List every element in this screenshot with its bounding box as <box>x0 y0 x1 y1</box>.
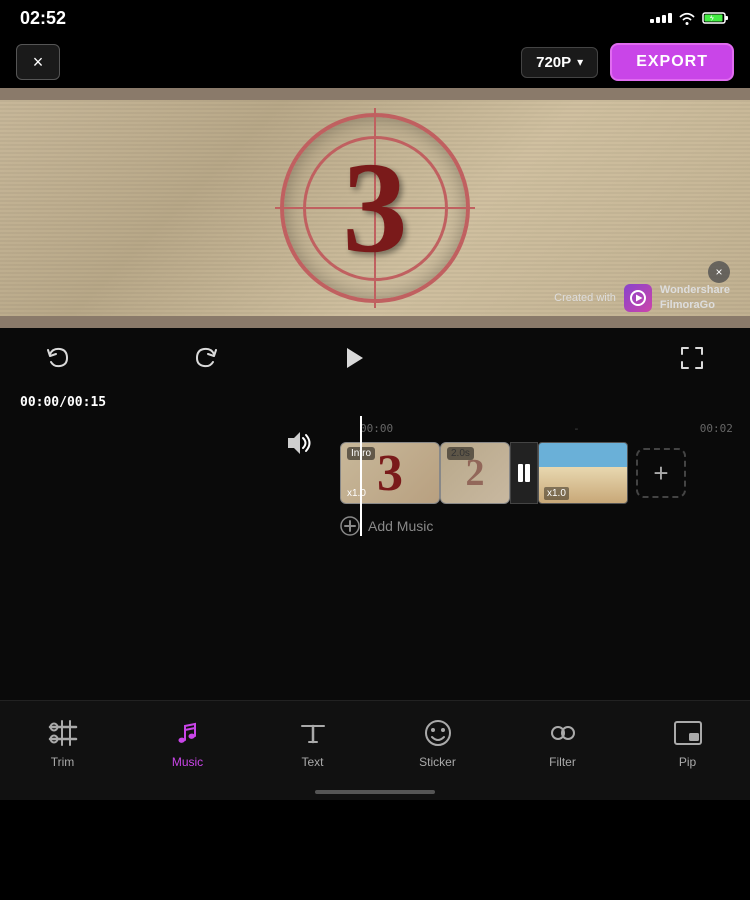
fullscreen-button[interactable] <box>674 340 710 376</box>
nav-item-filter[interactable]: Filter <box>500 717 625 769</box>
clip-2-label: 2.0s <box>447 447 474 460</box>
clip-transition[interactable] <box>510 442 538 504</box>
volume-icon[interactable] <box>280 428 316 463</box>
wifi-icon <box>678 11 696 25</box>
filter-icon <box>547 717 579 749</box>
add-clip-icon: + <box>653 458 668 489</box>
chevron-down-icon: ▾ <box>577 55 583 69</box>
trim-label: Trim <box>51 755 75 769</box>
trim-icon <box>47 717 79 749</box>
ruler-mark-0: 00:00 <box>360 422 393 435</box>
sticker-icon <box>422 717 454 749</box>
undo-button[interactable] <box>40 340 76 376</box>
watermark-brand: Wondershare FilmoraGo <box>660 283 730 312</box>
sticker-label: Sticker <box>419 755 456 769</box>
redo-button[interactable] <box>188 340 224 376</box>
status-time: 02:52 <box>20 8 66 29</box>
clip-intro[interactable]: Intro 3 x1.0 <box>340 442 440 504</box>
watermark: × Created with Wondershare FilmoraGo <box>554 283 730 312</box>
nav-item-sticker[interactable]: Sticker <box>375 717 500 769</box>
status-icons <box>650 11 730 25</box>
playhead <box>360 416 362 536</box>
ruler-mark-dash: - <box>573 422 580 435</box>
pip-label: Pip <box>679 755 696 769</box>
countdown-display: 3 <box>275 108 475 308</box>
nav-item-trim[interactable]: Trim <box>0 717 125 769</box>
nav-item-text[interactable]: Text <box>250 717 375 769</box>
ruler-mark-1: 00:02 <box>700 422 733 435</box>
top-bar: × 720P ▾ EXPORT <box>0 36 750 88</box>
video-preview: 3 × Created with Wondershare FilmoraGo <box>0 88 750 328</box>
clip-intro-number: 3 <box>377 444 403 503</box>
text-label: Text <box>301 755 323 769</box>
close-button[interactable]: × <box>16 44 60 80</box>
clip-2[interactable]: 2.0s 2 <box>440 442 510 504</box>
pip-icon <box>672 717 704 749</box>
video-track: Intro 3 x1.0 2.0s 2 x1.0 <box>340 440 750 506</box>
home-indicator <box>315 790 435 794</box>
status-bar: 02:52 <box>0 0 750 36</box>
clip-beach-speed: x1.0 <box>544 487 569 500</box>
add-clip-button[interactable]: + <box>636 448 686 498</box>
music-icon <box>172 717 204 749</box>
battery-icon <box>702 11 730 25</box>
resolution-value: 720P <box>536 54 571 71</box>
clip-intro-speed: x1.0 <box>347 488 366 499</box>
timeline-area: 00:00/00:15 00:00 - 00:02 - 00: Intro <box>0 328 750 800</box>
film-canvas: 3 × Created with Wondershare FilmoraGo <box>0 88 750 328</box>
add-music-button[interactable]: Add Music <box>340 516 433 536</box>
time-display: 00:00/00:15 <box>0 388 750 416</box>
signal-icon <box>650 13 672 23</box>
bottom-nav: Trim Music Text <box>0 700 750 800</box>
watermark-created-with: Created with <box>554 292 616 304</box>
current-time: 00:00/00:15 <box>20 395 106 410</box>
countdown-number: 3 <box>343 143 408 273</box>
filter-label: Filter <box>549 755 576 769</box>
clip-beach[interactable]: x1.0 <box>538 442 628 504</box>
watermark-close-icon[interactable]: × <box>708 261 730 283</box>
film-edge-bottom <box>0 316 750 328</box>
music-label: Music <box>172 755 203 769</box>
close-icon: × <box>33 52 44 73</box>
timeline-ruler: 00:00 - 00:02 - 00: <box>0 416 750 440</box>
export-button[interactable]: EXPORT <box>610 43 734 81</box>
nav-item-pip[interactable]: Pip <box>625 717 750 769</box>
film-edge-top <box>0 88 750 100</box>
controls-row <box>0 328 750 388</box>
nav-item-music[interactable]: Music <box>125 717 250 769</box>
play-button[interactable] <box>335 340 371 376</box>
music-track: Add Music <box>340 510 750 536</box>
timeline-wrapper: 00:00 - 00:02 - 00: Intro 3 x1.0 <box>0 416 750 536</box>
add-music-label: Add Music <box>368 518 433 534</box>
filmorago-logo <box>624 284 652 312</box>
resolution-selector[interactable]: 720P ▾ <box>521 47 598 78</box>
text-icon <box>297 717 329 749</box>
